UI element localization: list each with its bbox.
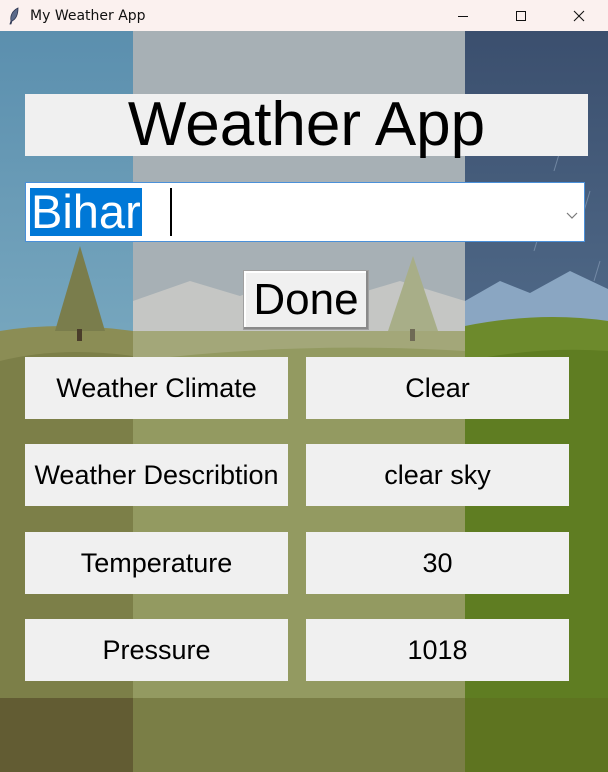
temperature-value: 30 — [306, 532, 569, 594]
feather-icon — [7, 6, 21, 25]
pressure-label: Pressure — [25, 619, 288, 681]
close-icon[interactable] — [550, 0, 608, 31]
maximize-icon[interactable] — [492, 0, 550, 31]
description-value: clear sky — [306, 444, 569, 506]
description-label: Weather Describtion — [25, 444, 288, 506]
location-select[interactable]: Bihar — [25, 182, 585, 242]
text-cursor — [170, 188, 172, 236]
window-title: My Weather App — [30, 7, 146, 24]
minimize-icon[interactable] — [434, 0, 492, 31]
climate-label: Weather Climate — [25, 357, 288, 419]
climate-value: Clear — [306, 357, 569, 419]
app-heading: Weather App — [25, 94, 588, 156]
pressure-value: 1018 — [306, 619, 569, 681]
chevron-down-icon[interactable] — [566, 207, 578, 219]
done-button[interactable]: Done — [243, 270, 369, 330]
temperature-label: Temperature — [25, 532, 288, 594]
window-titlebar: My Weather App — [0, 0, 608, 31]
location-select-value[interactable]: Bihar — [30, 188, 142, 236]
